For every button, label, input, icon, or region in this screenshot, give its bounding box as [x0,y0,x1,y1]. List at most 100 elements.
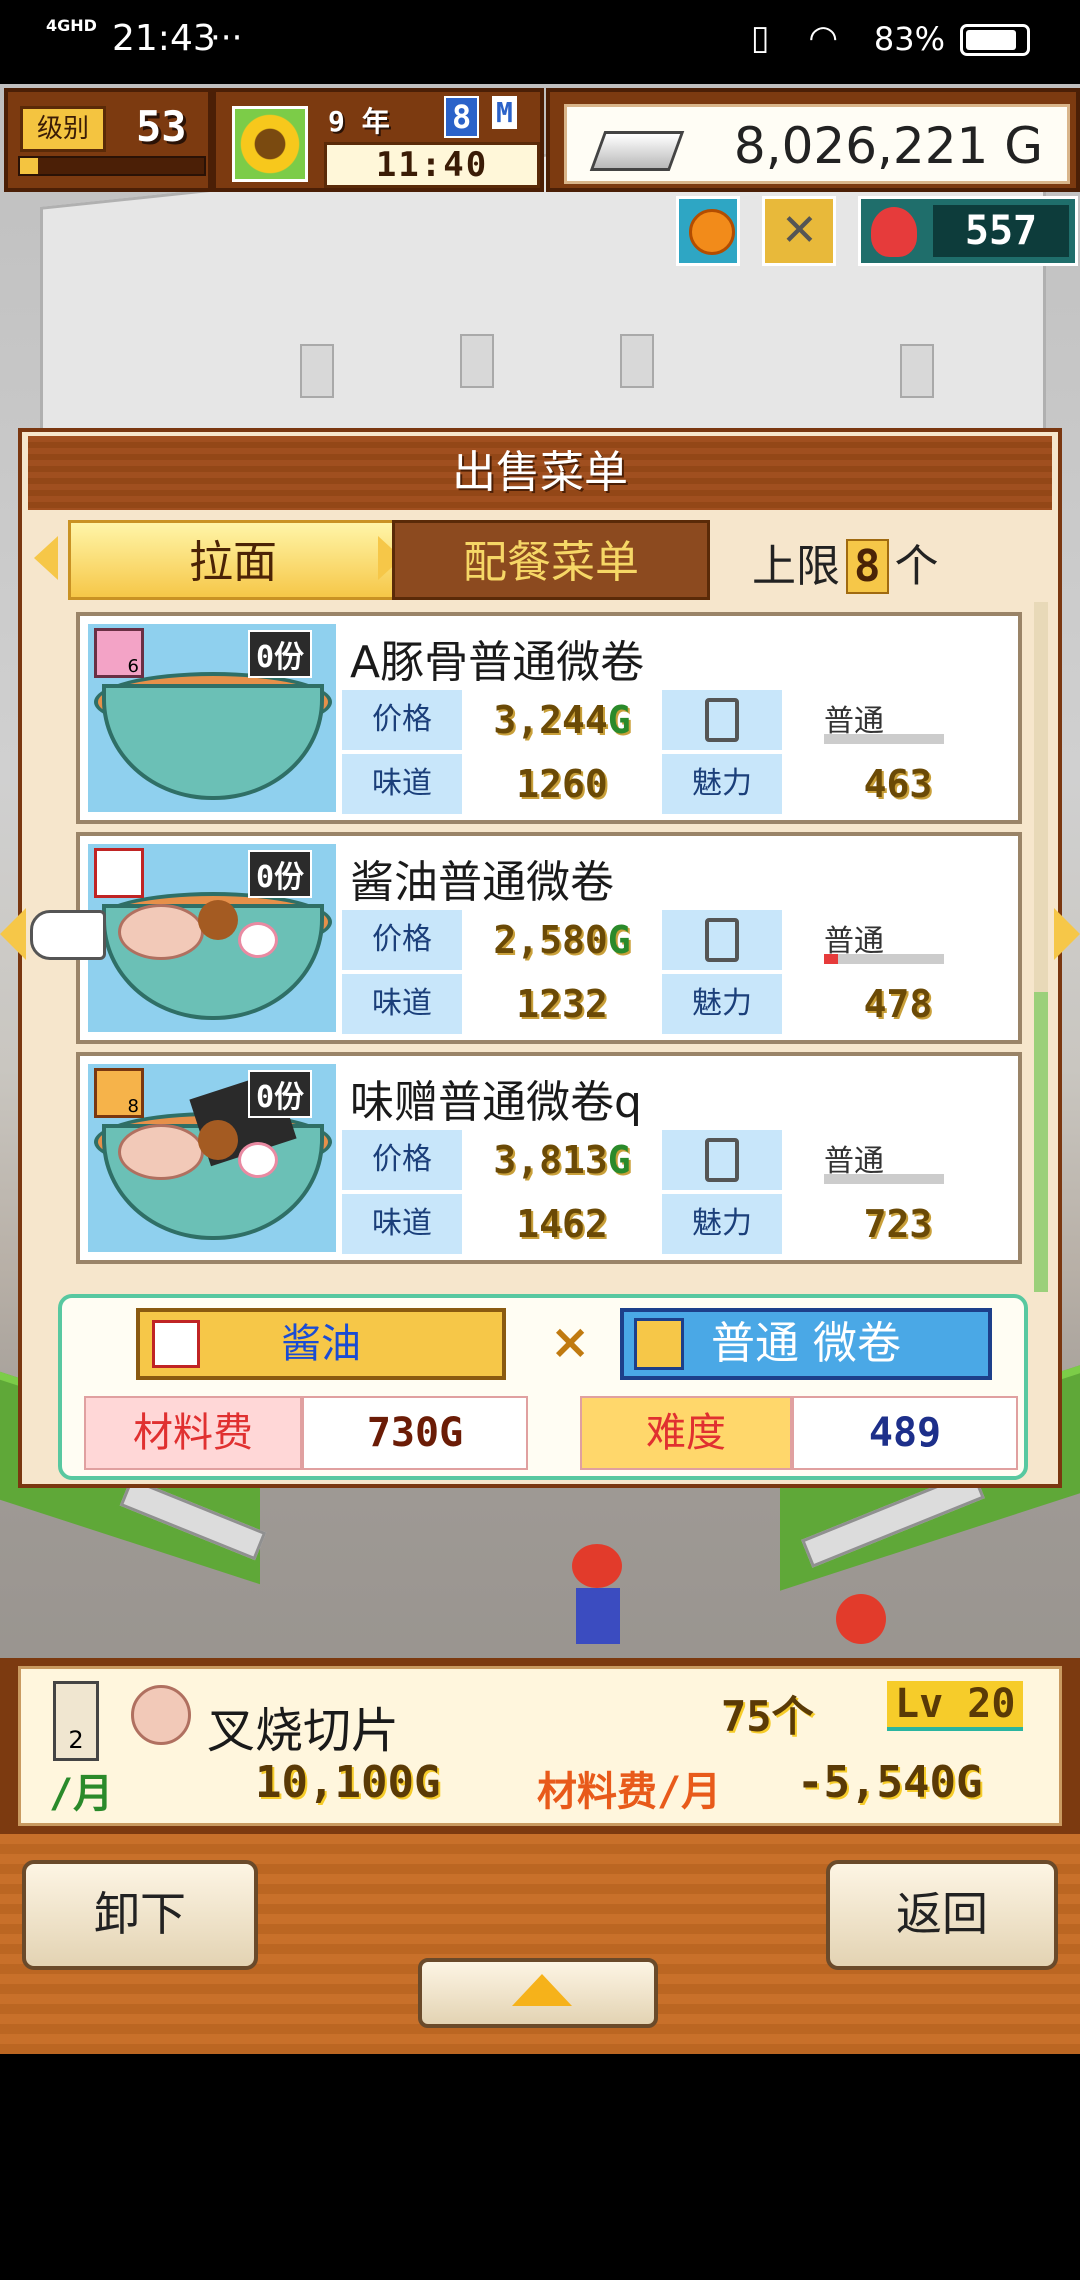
combo-next-arrow[interactable] [1054,908,1080,960]
item-level: Lv 20 [887,1681,1024,1731]
item-name: 叉烧切片 [207,1703,400,1759]
pointing-hand-icon [30,910,106,960]
chashu-icon [118,904,204,960]
charm-value: 478 [784,974,1012,1034]
speed-meter [824,954,944,964]
panel-title: 出售菜单 [28,436,1052,510]
level-value: 53 [136,102,187,151]
soy-sauce-icon [152,1320,200,1368]
date-box: 9 年 8 M 11:40 [212,88,544,192]
taste-value: 1260 [464,754,660,814]
speed-cell: 普通 [784,1130,1012,1190]
chashu-slice-icon [131,1685,191,1745]
vibrate-wifi-icons: ▯ ◠ [750,18,852,58]
egg-icon [198,900,238,940]
money-box: 8,026,221 G [546,88,1080,192]
sale-menu-panel: 出售菜单 拉面 配餐菜单 上限 8 个 6 0份 A豚骨普通微卷 价格 3,244G… [18,428,1062,1488]
tab-prev-arrow[interactable] [34,536,58,580]
per-month-label: /月 [49,1771,114,1817]
more-dots: ··· [210,18,243,58]
share-count: 0份 [248,630,313,678]
difficulty-label: 难度 [580,1396,792,1470]
unload-button[interactable]: 卸下 [22,1860,258,1970]
naruto-icon [238,1142,278,1178]
customer-face-button[interactable] [676,196,740,266]
level-progress-bar [18,156,206,176]
speed-icon-cell [662,910,782,970]
charm-label: 魅力 [662,1194,782,1254]
share-count: 0份 [248,850,313,898]
soup-selector[interactable]: 酱油 [136,1308,506,1380]
speed-icon-cell [662,690,782,750]
bottom-bar: 卸下 返回 [0,1834,1080,2054]
dish-card[interactable]: 8 0份 味赠普通微卷q 价格 3,813G 普通 味道 1462 魅力 723 [76,1052,1022,1264]
sunflower-icon [232,106,308,182]
dish-name: 味赠普通微卷q [350,1077,642,1128]
noodle-icon [634,1318,684,1370]
speed-meter [824,734,944,744]
charm-label: 魅力 [662,974,782,1034]
status-bar: 4GHD 21:43 ··· ▯ ◠ 83% [0,0,1080,84]
cost-per-month-label: 材料费/月 [537,1769,722,1815]
silver-ingot-icon [589,131,685,171]
list-scrollbar[interactable] [1034,602,1048,1292]
menu-limit: 上限 8 个 [752,539,939,594]
item-info-bar: 2 叉烧切片 75个 Lv 20 /月 10,100G 材料费/月 -5,540… [0,1658,1080,1834]
miso-stamp-icon: 8 [94,1068,144,1118]
dish-card[interactable]: 0份 酱油普通微卷 价格 2,580G 普通 味道 1232 魅力 478 [76,832,1022,1044]
game-clock: 11:40 [324,142,540,188]
window [620,334,654,388]
price-value: 3,813G [464,1130,660,1190]
bowl-icon [102,684,324,800]
customer-character [836,1594,886,1644]
month-value: 8 [444,96,480,138]
naruto-icon [238,922,278,958]
money-value: 8,026,221 G [733,117,1043,175]
points-box[interactable]: 557 [858,196,1078,266]
price-label: 价格 [342,1130,462,1190]
timer-icon [705,918,739,962]
pig-stamp-icon: 6 [94,628,144,678]
window [300,344,334,398]
share-count: 0份 [248,1070,313,1118]
customer-character [572,1544,628,1654]
month-tag: M [492,96,517,129]
taste-label: 味道 [342,974,462,1034]
timer-icon [705,698,739,742]
battery-icon [960,24,1030,56]
speed-meter [824,1174,944,1184]
tab-combo-menu[interactable]: 配餐菜单 [392,520,710,600]
tools-button[interactable]: ✕ [762,196,836,266]
smile-face-icon [689,209,735,255]
level-progress-fill [20,158,39,174]
speed-icon-cell [662,1130,782,1190]
window [900,344,934,398]
timer-icon [705,1138,739,1182]
cost-value: 730G [302,1396,528,1470]
egg-icon [198,1120,238,1160]
floor-tag: 2 [53,1681,99,1761]
cost-label: 材料费 [84,1396,302,1470]
charm-label: 魅力 [662,754,782,814]
combination-box: 酱油 × 普通 微卷 材料费 730G 难度 489 [58,1294,1028,1480]
dish-card[interactable]: 6 0份 A豚骨普通微卷 价格 3,244G 普通 味道 1260 魅力 463 [76,612,1022,824]
price-value: 2,580G [464,910,660,970]
price-value: 3,244G [464,690,660,750]
times-icon: × [550,1314,591,1370]
speed-cell: 普通 [784,910,1012,970]
crossed-tools-icon: ✕ [781,205,818,256]
taste-value: 1232 [464,974,660,1034]
expand-up-button[interactable] [418,1958,658,2028]
scroll-thumb[interactable] [1034,992,1048,1292]
points-value: 557 [933,205,1069,257]
monthly-income: 10,100G [255,1757,441,1808]
back-button[interactable]: 返回 [826,1860,1058,1970]
up-arrow-icon [512,1974,572,2006]
combo-prev-arrow[interactable] [0,908,26,960]
year-text: 9 年 [328,105,390,138]
noodle-selector[interactable]: 普通 微卷 [620,1308,992,1380]
difficulty-value: 489 [792,1396,1018,1470]
level-box: 级别 53 [4,88,212,192]
tab-ramen[interactable]: 拉面 [68,520,398,600]
chashu-icon [118,1124,204,1180]
